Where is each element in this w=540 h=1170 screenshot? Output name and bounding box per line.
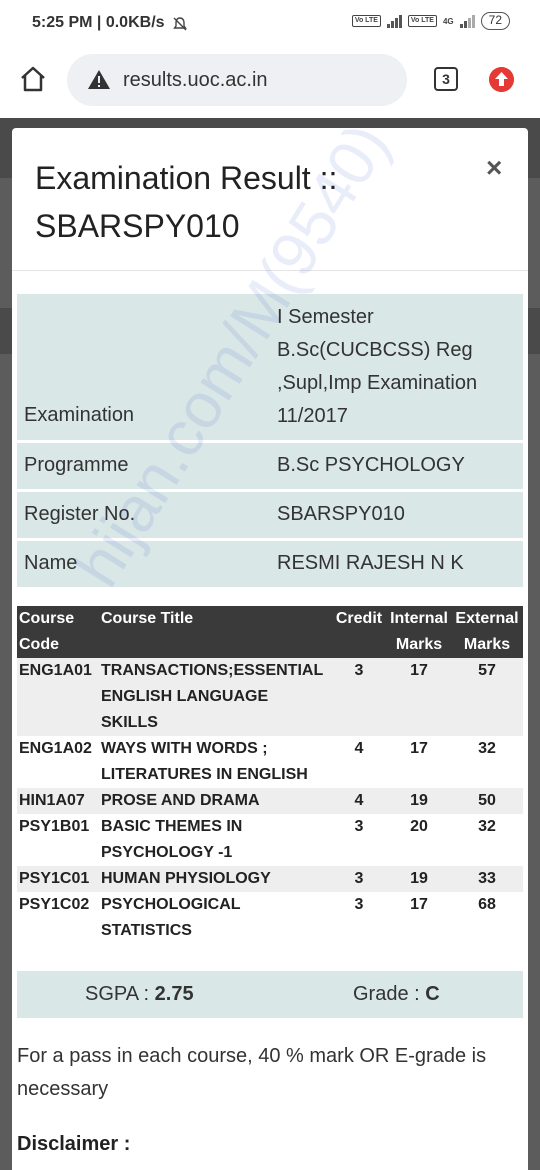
- name-row: Name RESMI RAJESH N K: [17, 541, 523, 587]
- signal-icon: [386, 14, 402, 28]
- header-internal-marks: Internal Marks: [387, 606, 451, 658]
- status-bar: 5:25 PM | 0.0KB/s Vo LTE Vo LTE 4G 72: [0, 0, 540, 50]
- modal-title: Examination Result :: SBARSPY010: [35, 160, 338, 244]
- pass-note: For a pass in each course, 40 % mark OR …: [17, 1045, 487, 1100]
- course-internal: 17: [387, 658, 451, 736]
- url-text[interactable]: results.uoc.ac.in: [123, 69, 268, 92]
- battery-indicator: 72: [480, 12, 510, 30]
- course-external: 32: [451, 736, 523, 788]
- network-type: 4G: [442, 16, 454, 26]
- course-external: 57: [451, 658, 523, 736]
- grade-summary: Grade : C: [353, 983, 440, 1006]
- course-internal: 17: [387, 892, 451, 944]
- sgpa-summary: SGPA : 2.75: [85, 983, 194, 1006]
- register-row: Register No. SBARSPY010: [17, 492, 523, 538]
- course-credit: 4: [331, 736, 387, 788]
- course-external: 33: [451, 866, 523, 892]
- examination-label: Examination: [24, 404, 135, 426]
- course-title: PROSE AND DRAMA: [99, 788, 331, 814]
- examination-row: Examination I Semester B.Sc(CUCBCSS) Reg…: [17, 294, 523, 440]
- home-icon[interactable]: [18, 64, 48, 94]
- close-icon[interactable]: ×: [486, 152, 502, 184]
- programme-label: Programme: [24, 454, 129, 476]
- disclaimer-heading: Disclaimer :: [17, 1133, 131, 1155]
- course-credit: 3: [331, 814, 387, 866]
- bell-off-icon: [173, 17, 187, 31]
- status-time: 5:25 PM | 0.0KB/s: [32, 14, 165, 31]
- course-external: 68: [451, 892, 523, 944]
- examination-value: I Semester B.Sc(CUCBCSS) Reg ,Supl,Imp E…: [277, 306, 478, 427]
- course-title: TRANSACTIONS;ESSENTIAL ENGLISH LANGUAGE …: [99, 658, 331, 736]
- course-credit: 3: [331, 866, 387, 892]
- table-header-row: Course Code Course Title Credit Internal…: [17, 606, 523, 658]
- header-credit: Credit: [331, 606, 387, 658]
- name-value: RESMI RAJESH N K: [277, 552, 464, 574]
- course-code: ENG1A01: [17, 658, 99, 736]
- volte-badge-2: Vo LTE: [407, 15, 437, 27]
- register-value: SBARSPY010: [277, 503, 405, 525]
- course-code: PSY1C01: [17, 866, 99, 892]
- table-row: ENG1A02 WAYS WITH WORDS ; LITERATURES IN…: [17, 736, 523, 788]
- sgpa-label: SGPA :: [85, 983, 155, 1005]
- course-external: 32: [451, 814, 523, 866]
- course-code: ENG1A02: [17, 736, 99, 788]
- course-internal: 19: [387, 866, 451, 892]
- signal-icon-2: [459, 14, 475, 28]
- course-external: 50: [451, 788, 523, 814]
- course-code: PSY1C02: [17, 892, 99, 944]
- course-title: PSYCHOLOGICAL STATISTICS: [99, 892, 331, 944]
- grade-value: C: [425, 983, 440, 1005]
- course-internal: 20: [387, 814, 451, 866]
- course-code: PSY1B01: [17, 814, 99, 866]
- course-table: Course Code Course Title Credit Internal…: [17, 606, 523, 944]
- status-icons: Vo LTE Vo LTE 4G 72: [351, 12, 510, 30]
- table-row: ENG1A01 TRANSACTIONS;ESSENTIAL ENGLISH L…: [17, 658, 523, 736]
- course-internal: 19: [387, 788, 451, 814]
- course-credit: 3: [331, 658, 387, 736]
- grade-label: Grade :: [353, 983, 426, 1005]
- header-course-code: Course Code: [17, 606, 99, 658]
- sgpa-grade-bar: SGPA : 2.75 Grade : C: [17, 971, 523, 1018]
- header-course-title: Course Title: [99, 606, 331, 658]
- volte-badge: Vo LTE: [351, 15, 381, 27]
- header-external-marks: External Marks: [451, 606, 523, 658]
- table-row: PSY1C02 PSYCHOLOGICAL STATISTICS 3 17 68: [17, 892, 523, 944]
- course-credit: 4: [331, 788, 387, 814]
- tab-switcher-button[interactable]: 3: [434, 67, 458, 91]
- course-credit: 3: [331, 892, 387, 944]
- register-label: Register No.: [24, 503, 136, 525]
- programme-value: B.Sc PSYCHOLOGY: [277, 454, 465, 476]
- course-code: HIN1A07: [17, 788, 99, 814]
- course-title: HUMAN PHYSIOLOGY: [99, 866, 331, 892]
- course-title: WAYS WITH WORDS ; LITERATURES IN ENGLISH: [99, 736, 331, 788]
- result-modal: Examination Result :: SBARSPY010 × Exami…: [12, 128, 528, 1170]
- programme-row: Programme B.Sc PSYCHOLOGY: [17, 443, 523, 489]
- address-bar[interactable]: results.uoc.ac.in: [67, 54, 407, 106]
- browser-toolbar: results.uoc.ac.in 3: [0, 50, 540, 118]
- table-row: HIN1A07 PROSE AND DRAMA 4 19 50: [17, 788, 523, 814]
- update-arrow-icon[interactable]: [489, 67, 514, 92]
- course-internal: 17: [387, 736, 451, 788]
- warning-icon[interactable]: [87, 68, 111, 92]
- table-row: PSY1B01 BASIC THEMES IN PSYCHOLOGY -1 3 …: [17, 814, 523, 866]
- course-title: BASIC THEMES IN PSYCHOLOGY -1: [99, 814, 331, 866]
- sgpa-value: 2.75: [154, 983, 194, 1005]
- table-row: PSY1C01 HUMAN PHYSIOLOGY 3 19 33: [17, 866, 523, 892]
- name-label: Name: [24, 552, 78, 574]
- modal-divider: [12, 270, 528, 271]
